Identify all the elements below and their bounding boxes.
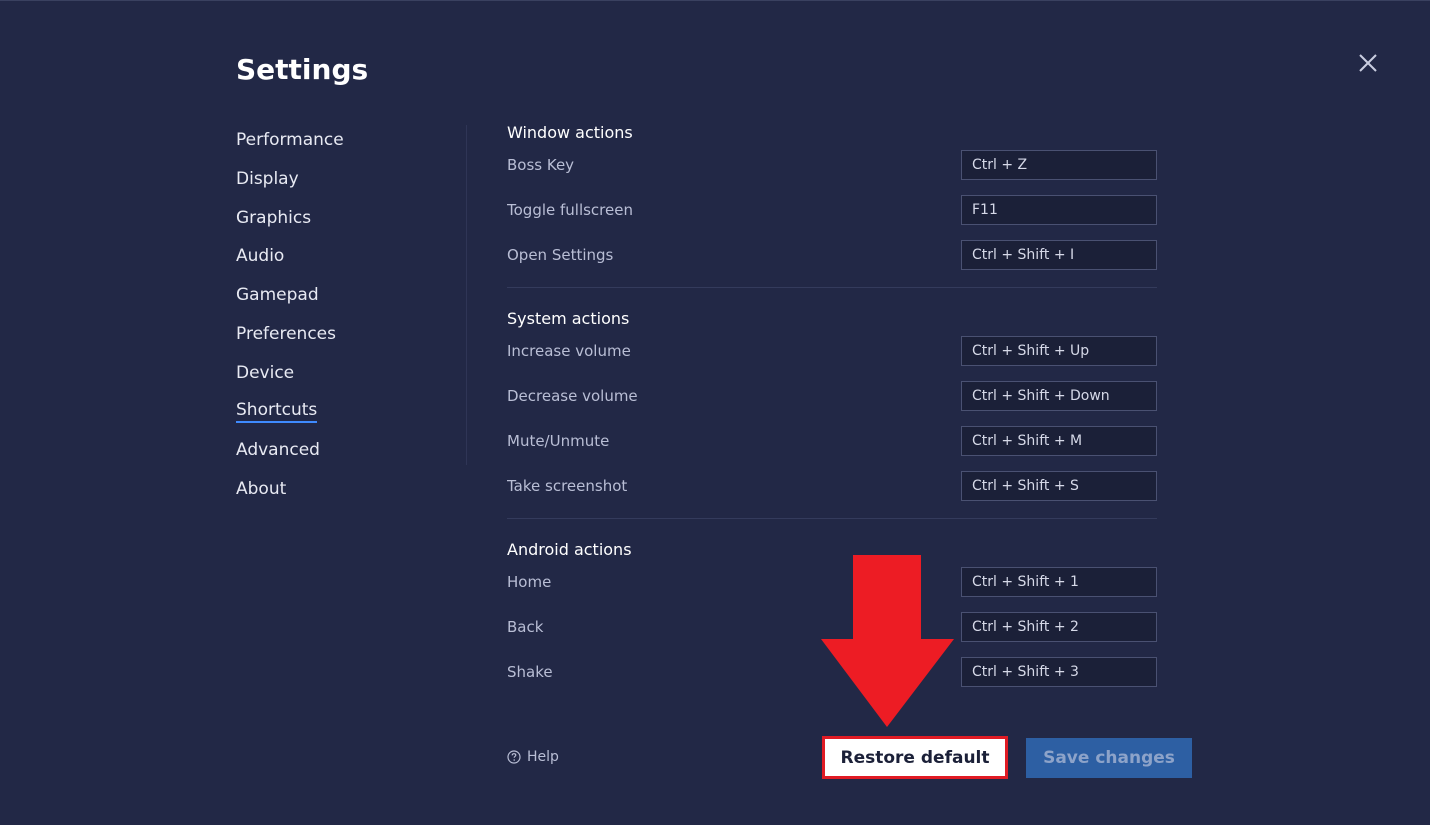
shortcut-row: Boss Key Ctrl + Z	[507, 147, 1157, 192]
sidebar-item-shortcuts[interactable]: Shortcuts	[236, 393, 436, 432]
section-title-window-actions: Window actions	[507, 123, 633, 142]
shortcut-row: Decrease volume Ctrl + Shift + Down	[507, 378, 1157, 423]
sidebar-item-display[interactable]: Display	[236, 160, 436, 199]
shortcut-row: Mute/Unmute Ctrl + Shift + M	[507, 423, 1157, 468]
sidebar-item-device[interactable]: Device	[236, 354, 436, 393]
shortcut-input-mute-unmute[interactable]: Ctrl + Shift + M	[961, 426, 1157, 456]
shortcut-row: Take screenshot Ctrl + Shift + S	[507, 468, 1157, 513]
settings-window: Settings Performance Display Graphics Au…	[0, 0, 1430, 825]
sidebar-item-preferences[interactable]: Preferences	[236, 315, 436, 354]
shortcut-label: Decrease volume	[507, 387, 638, 405]
sidebar-item-label: Performance	[236, 130, 344, 150]
sidebar-item-label: Gamepad	[236, 285, 319, 306]
save-changes-button[interactable]: Save changes	[1026, 738, 1192, 778]
sidebar-item-label: Graphics	[236, 207, 312, 228]
restore-default-button[interactable]: Restore default	[822, 736, 1008, 779]
shortcut-row: Open Settings Ctrl + Shift + I	[507, 237, 1157, 282]
sidebar-item-gamepad[interactable]: Gamepad	[236, 276, 436, 315]
close-icon	[1359, 54, 1377, 72]
shortcut-input-back[interactable]: Ctrl + Shift + 2	[961, 612, 1157, 642]
sidebar-item-label: Device	[236, 362, 295, 383]
shortcut-input-open-settings[interactable]: Ctrl + Shift + I	[961, 240, 1157, 270]
sidebar-item-label: Display	[236, 168, 299, 189]
section-divider	[507, 287, 1157, 288]
shortcut-label: Mute/Unmute	[507, 432, 610, 450]
section-title-system-actions: System actions	[507, 309, 630, 328]
sidebar-item-label: Preferences	[236, 323, 336, 344]
close-button[interactable]	[1356, 51, 1380, 75]
shortcut-label: Shake	[507, 663, 553, 681]
sidebar-item-about[interactable]: About	[236, 470, 436, 509]
shortcut-input-increase-volume[interactable]: Ctrl + Shift + Up	[961, 336, 1157, 366]
shortcut-label: Open Settings	[507, 246, 614, 264]
shortcut-label: Back	[507, 618, 544, 636]
shortcut-label: Take screenshot	[507, 477, 628, 495]
sidebar-item-audio[interactable]: Audio	[236, 237, 436, 276]
sidebar-item-label: About	[236, 479, 287, 500]
settings-sidebar: Performance Display Graphics Audio Gamep…	[236, 121, 436, 509]
shortcut-input-decrease-volume[interactable]: Ctrl + Shift + Down	[961, 381, 1157, 411]
help-circle-icon	[507, 750, 521, 764]
shortcut-row: Increase volume Ctrl + Shift + Up	[507, 333, 1157, 378]
shortcut-input-shake[interactable]: Ctrl + Shift + 3	[961, 657, 1157, 687]
shortcut-label: Boss Key	[507, 156, 575, 174]
sidebar-item-graphics[interactable]: Graphics	[236, 199, 436, 238]
sidebar-item-label: Advanced	[236, 440, 320, 461]
shortcut-input-home[interactable]: Ctrl + Shift + 1	[961, 567, 1157, 597]
shortcut-row: Toggle fullscreen F11	[507, 192, 1157, 237]
help-link[interactable]: Help	[507, 749, 559, 765]
section-divider	[507, 518, 1157, 519]
sidebar-item-label: Shortcuts	[236, 400, 318, 424]
shortcut-input-take-screenshot[interactable]: Ctrl + Shift + S	[961, 471, 1157, 501]
shortcut-input-boss-key[interactable]: Ctrl + Z	[961, 150, 1157, 180]
shortcut-input-toggle-fullscreen[interactable]: F11	[961, 195, 1157, 225]
help-label: Help	[527, 749, 559, 765]
arrow-down-icon	[821, 555, 954, 727]
shortcut-label: Toggle fullscreen	[507, 201, 633, 219]
sidebar-divider	[466, 125, 467, 465]
shortcut-label: Increase volume	[507, 342, 631, 360]
shortcut-label: Home	[507, 573, 552, 591]
sidebar-item-label: Audio	[236, 246, 285, 267]
page-title: Settings	[236, 53, 369, 86]
sidebar-item-performance[interactable]: Performance	[236, 121, 436, 160]
sidebar-item-advanced[interactable]: Advanced	[236, 431, 436, 470]
